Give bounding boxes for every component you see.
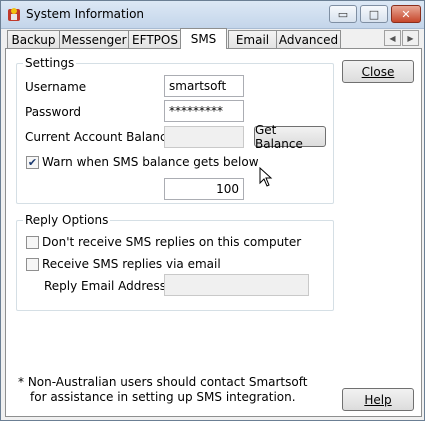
close-window-button[interactable]: ✕ [391, 5, 421, 23]
checkmark-icon: ✔ [27, 156, 38, 169]
tab-label: Advanced [278, 32, 339, 47]
sms-tab-panel: Settings Username smartsoft Password ***… [5, 48, 422, 417]
warn-threshold-input[interactable]: 100 [164, 178, 244, 200]
close-icon: ✕ [401, 7, 411, 21]
password-label: Password [25, 105, 82, 119]
tab-backup[interactable]: Backup [7, 30, 60, 48]
window-title: System Information [26, 7, 145, 21]
tab-advanced[interactable]: Advanced [276, 30, 341, 48]
system-information-window: System Information ▭ □ ✕ Backup Messenge… [0, 0, 425, 421]
balance-label: Current Account Balance [25, 130, 175, 144]
password-input[interactable]: ********* [164, 100, 244, 122]
minimize-icon: ▭ [337, 7, 349, 21]
dont-receive-replies-label: Don't receive SMS replies on this comput… [42, 235, 302, 249]
tab-messenger[interactable]: Messenger [59, 30, 129, 48]
settings-group: Settings Username smartsoft Password ***… [16, 56, 334, 204]
tab-label: Email [235, 32, 270, 47]
help-button-label: Help [364, 392, 392, 407]
tab-label: Backup [11, 32, 56, 47]
minimize-button[interactable]: ▭ [329, 5, 357, 23]
warn-label: Warn when SMS balance gets below [42, 155, 259, 169]
reply-email-input[interactable] [164, 274, 309, 296]
warn-checkbox[interactable]: ✔ [26, 156, 39, 169]
mouse-pointer-icon [259, 167, 273, 187]
get-balance-button[interactable]: Get Balance [254, 123, 326, 151]
maximize-button[interactable]: □ [360, 5, 388, 23]
tab-sms[interactable]: SMS [180, 28, 227, 49]
receive-via-email-checkbox[interactable] [26, 258, 39, 271]
tab-scroll-left-button[interactable]: ◀ [384, 30, 401, 46]
receive-via-email-label: Receive SMS replies via email [42, 257, 221, 271]
close-button-label: Close [361, 64, 395, 79]
tab-email[interactable]: Email [228, 30, 277, 48]
balance-field [164, 126, 244, 148]
app-icon [8, 8, 20, 21]
maximize-icon: □ [368, 7, 380, 21]
help-button[interactable]: Help [342, 388, 414, 411]
dont-receive-replies-checkbox[interactable] [26, 236, 39, 249]
footnote-line-2: for assistance in setting up SMS integra… [30, 390, 296, 404]
reply-email-label: Reply Email Address [44, 279, 166, 293]
chevron-left-icon: ◀ [389, 33, 396, 43]
tab-label: SMS [190, 32, 217, 46]
tab-label: Messenger [61, 32, 127, 47]
username-input[interactable]: smartsoft [164, 75, 244, 97]
footnote-line-1: * Non-Australian users should contact Sm… [18, 375, 308, 389]
close-button[interactable]: Close [342, 60, 414, 83]
title-bar[interactable]: System Information ▭ □ ✕ [1, 1, 424, 29]
tab-strip: Backup Messenger EFTPOS SMS Email Advanc… [5, 28, 425, 49]
settings-group-label: Settings [23, 56, 77, 70]
tab-scroll-right-button[interactable]: ▶ [402, 30, 419, 46]
username-label: Username [25, 80, 87, 94]
tab-eftpos[interactable]: EFTPOS [128, 30, 182, 48]
chevron-right-icon: ▶ [407, 33, 414, 43]
reply-options-group-label: Reply Options [23, 213, 111, 227]
reply-options-group: Reply Options Don't receive SMS replies … [16, 213, 334, 311]
tab-label: EFTPOS [132, 32, 178, 47]
get-balance-label: Get Balance [255, 122, 303, 151]
